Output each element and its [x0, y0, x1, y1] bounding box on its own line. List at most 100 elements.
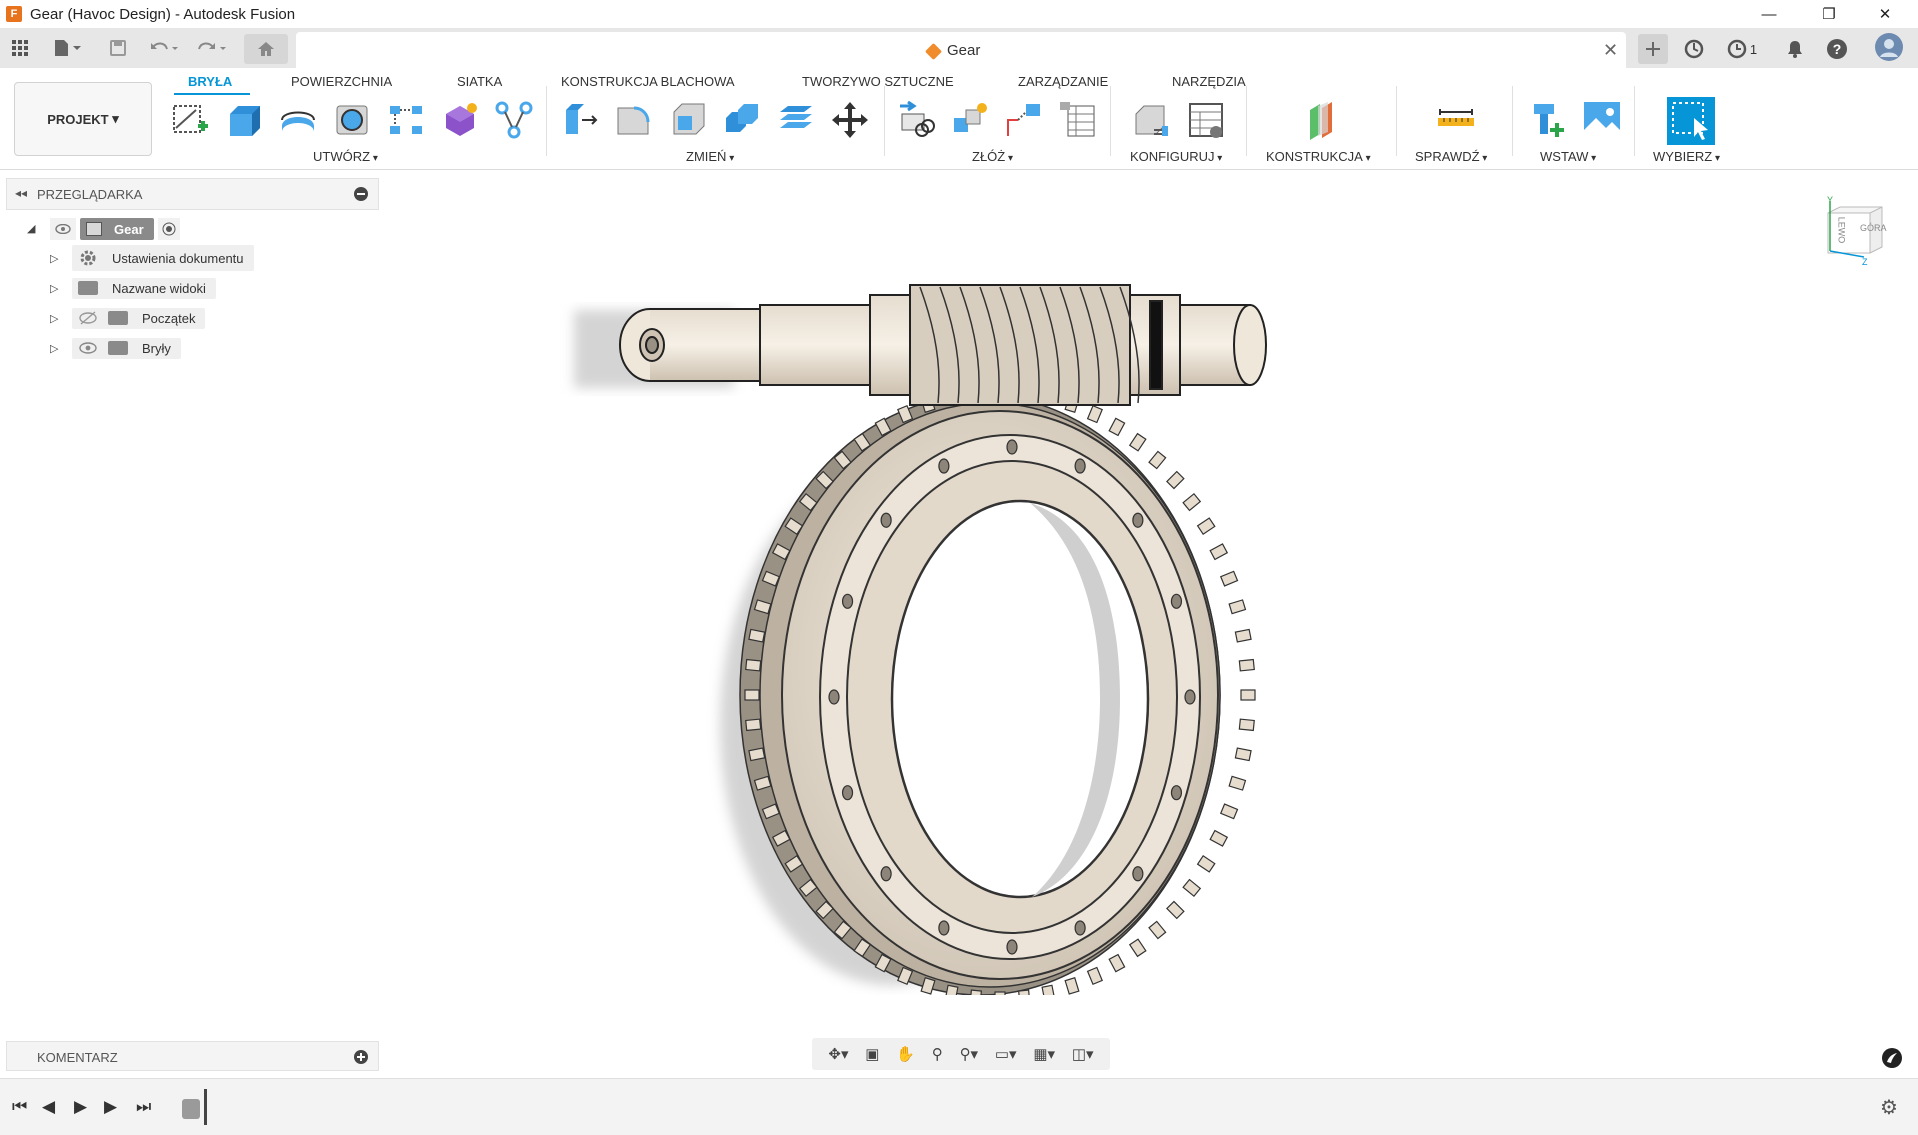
tab-narzedzia[interactable]: NARZĘDZIA [1172, 74, 1246, 89]
play-icon[interactable]: ▶ [74, 1097, 87, 1117]
panel-options-icon[interactable] [354, 187, 368, 201]
sync-icon[interactable] [1681, 36, 1707, 62]
fillet-icon[interactable] [614, 100, 654, 140]
collapse-triangle-icon[interactable]: ◢ [27, 222, 35, 235]
tab-konstrukcja-blachowa[interactable]: KONSTRUKCJA BLACHOWA [561, 74, 735, 89]
grid-settings-icon[interactable]: ▦▾ [1033, 1045, 1055, 1063]
look-at-icon[interactable]: ▣ [865, 1045, 879, 1063]
expand-triangle-icon[interactable]: ▷ [50, 252, 58, 265]
group-wybierz[interactable]: WYBIERZ [1653, 149, 1720, 164]
tab-powierzchnia[interactable]: POWIERZCHNIA [291, 74, 392, 89]
file-menu-icon[interactable] [50, 36, 84, 60]
bolt-hole [841, 593, 854, 609]
expand-triangle-icon[interactable]: ▷ [50, 282, 58, 295]
extrude-icon[interactable] [224, 100, 264, 140]
zoom-icon[interactable]: ⚲ [932, 1045, 943, 1063]
eye-icon[interactable] [78, 341, 98, 355]
home-icon[interactable] [244, 34, 288, 64]
configure-icon[interactable] [1132, 100, 1172, 140]
insert-image-icon[interactable] [1582, 100, 1622, 140]
timeline-feature-icon[interactable] [182, 1099, 200, 1119]
undo-icon[interactable] [146, 36, 182, 60]
group-wstaw[interactable]: WSTAW [1540, 149, 1596, 164]
as-built-joint-icon[interactable] [950, 100, 990, 140]
fit-icon[interactable]: ⚲▾ [960, 1045, 979, 1063]
tree-root-gear[interactable]: Gear [50, 217, 180, 241]
add-comment-icon[interactable] [354, 1050, 368, 1064]
tab-siatka[interactable]: SIATKA [457, 74, 502, 89]
tab-zarzadzanie[interactable]: ZARZĄDZANIE [1018, 74, 1108, 89]
tree-item-label: Nazwane widoki [112, 280, 206, 296]
minimize-button[interactable]: — [1740, 0, 1798, 28]
select-icon[interactable] [1666, 96, 1716, 146]
step-back-icon[interactable]: ◀ [42, 1097, 55, 1117]
group-konfiguruj[interactable]: KONFIGURUJ [1130, 149, 1222, 164]
browser-panel-header[interactable]: ◂◂ PRZEGLĄDARKA [6, 178, 379, 210]
offset-face-icon[interactable] [776, 100, 816, 140]
viewcube-top-face[interactable]: GÓRA [1860, 223, 1887, 233]
move-copy-icon[interactable] [830, 100, 870, 140]
timeline-settings-gear-icon[interactable]: ⚙ [1880, 1095, 1898, 1120]
hole-icon[interactable] [332, 100, 372, 140]
orbit-icon[interactable]: ✥▾ [828, 1045, 848, 1063]
group-utworz[interactable]: UTWÓRZ [313, 149, 378, 164]
press-pull-icon[interactable] [560, 100, 600, 140]
pan-icon[interactable]: ✋ [896, 1045, 915, 1063]
go-to-end-icon[interactable]: ⏭ [136, 1097, 151, 1117]
activate-radio-icon[interactable] [157, 218, 180, 240]
insert-mcmaster-icon[interactable] [1528, 100, 1568, 140]
view-cube[interactable]: Y Z LEWO GÓRA [1820, 195, 1890, 267]
job-status-icon[interactable]: 1 [1720, 36, 1764, 62]
joint-icon[interactable] [896, 100, 936, 140]
combine-icon[interactable] [722, 100, 762, 140]
tree-item-document-settings[interactable]: Ustawienia dokumentu [72, 245, 254, 271]
configuration-table-icon[interactable] [1186, 100, 1226, 140]
viewcube-left-face[interactable]: LEWO [1836, 217, 1846, 244]
bill-of-materials-icon[interactable] [1058, 100, 1098, 140]
redo-icon[interactable] [194, 36, 230, 60]
group-zmien[interactable]: ZMIEŃ [686, 149, 734, 164]
shell-icon[interactable] [668, 100, 708, 140]
tree-item-bodies[interactable]: Bryły [72, 336, 181, 360]
app-grid-icon[interactable] [8, 36, 32, 60]
viewports-icon[interactable]: ◫▾ [1072, 1045, 1094, 1063]
comments-title: KOMENTARZ [37, 1050, 118, 1065]
group-konstrukcja[interactable]: KONSTRUKCJA [1266, 149, 1371, 164]
expand-triangle-icon[interactable]: ▷ [50, 312, 58, 325]
group-zloz[interactable]: ZŁÓŻ [972, 149, 1013, 164]
tab-bryla[interactable]: BRYŁA [188, 74, 232, 89]
notifications-bell-icon[interactable] [1782, 36, 1808, 62]
project-button[interactable]: PROJEKT ▾ [14, 82, 152, 156]
create-sketch-icon[interactable] [170, 100, 210, 140]
comments-panel-header[interactable]: KOMENTARZ [6, 1041, 379, 1071]
tree-item-named-views[interactable]: Nazwane widoki [72, 276, 216, 300]
derive-icon[interactable] [494, 100, 534, 140]
new-tab-icon[interactable] [1638, 34, 1668, 64]
restore-button[interactable]: ❐ [1800, 0, 1858, 28]
tab-tworzywo-sztuczne[interactable]: TWORZYWO SZTUCZNE [802, 74, 954, 89]
timeline-marker[interactable] [204, 1089, 207, 1125]
measure-icon[interactable] [1436, 100, 1476, 140]
hidden-eye-icon[interactable] [78, 311, 98, 325]
close-window-button[interactable]: ✕ [1856, 0, 1914, 28]
pattern-icon[interactable] [386, 100, 426, 140]
close-tab-icon[interactable]: ✕ [1603, 40, 1618, 61]
joint-origin-icon[interactable] [1004, 100, 1044, 140]
feedback-icon[interactable] [1882, 1048, 1902, 1068]
form-icon[interactable] [440, 100, 480, 140]
group-sprawdz[interactable]: SPRAWDŹ [1415, 149, 1487, 164]
eye-icon[interactable] [50, 218, 76, 240]
display-settings-icon[interactable]: ▭▾ [995, 1045, 1017, 1063]
save-icon[interactable] [106, 36, 130, 60]
revolve-icon[interactable] [278, 100, 318, 140]
go-to-start-icon[interactable]: ⏮ [12, 1097, 27, 1117]
gear-3d-model[interactable] [560, 255, 1340, 995]
step-forward-icon[interactable]: ▶ [104, 1097, 117, 1117]
gear-tooth [1238, 718, 1255, 732]
tree-item-origin[interactable]: Początek [72, 306, 206, 330]
help-icon[interactable]: ? [1824, 36, 1850, 62]
construction-plane-icon[interactable] [1304, 100, 1344, 140]
collapse-panel-icon[interactable]: ◂◂ [15, 186, 27, 200]
expand-triangle-icon[interactable]: ▷ [50, 342, 58, 355]
user-avatar[interactable] [1874, 32, 1904, 62]
